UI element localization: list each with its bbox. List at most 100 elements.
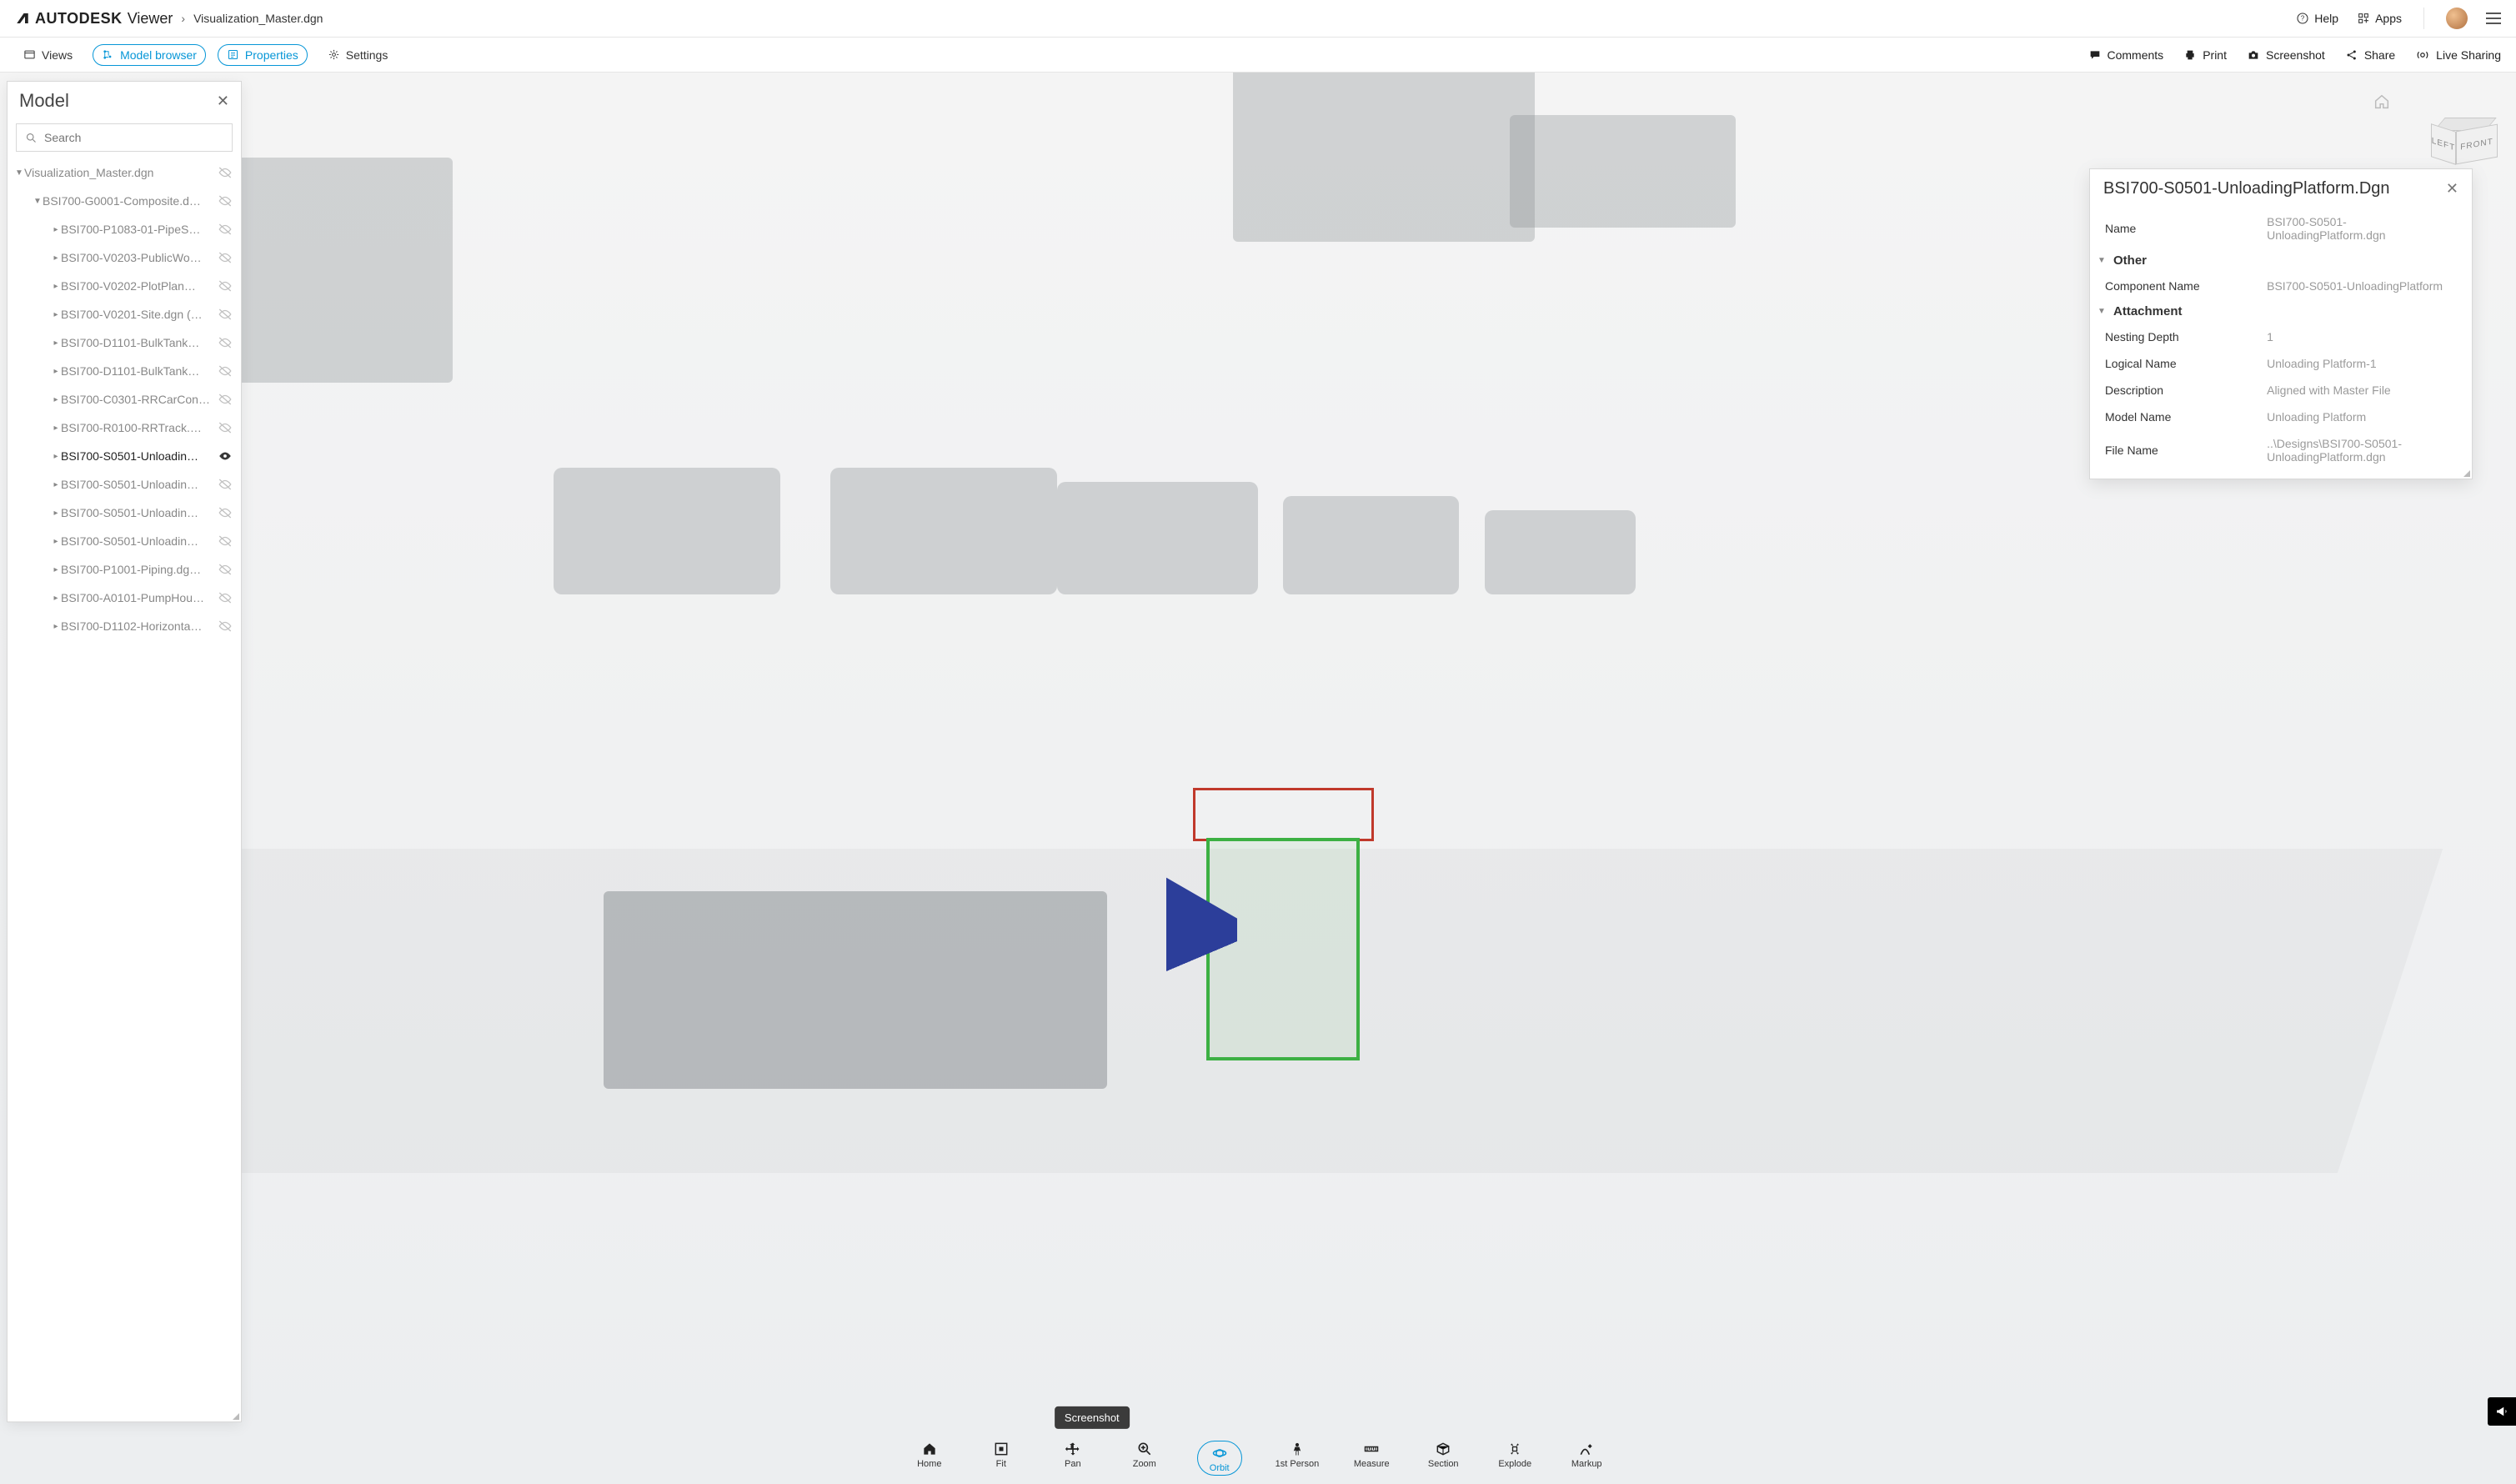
nav-first-person[interactable]: 1st Person <box>1276 1441 1320 1469</box>
nav-orbit[interactable]: Orbit <box>1197 1441 1242 1476</box>
nav-explode[interactable]: Explode <box>1496 1441 1534 1469</box>
eye-hidden-icon[interactable] <box>218 590 233 605</box>
model-tree[interactable]: ▼Visualization_Master.dgn▼BSI700-G0001-C… <box>8 158 241 1421</box>
eye-visible-icon[interactable] <box>218 449 233 464</box>
panel-resize-handle[interactable] <box>229 1410 239 1420</box>
viewcube-home-icon[interactable] <box>2373 93 2391 111</box>
tree-item[interactable]: ▸BSI700-V0201-Site.dgn (… <box>8 300 241 328</box>
tree-item[interactable]: ▸BSI700-R0100-RRTrack.… <box>8 414 241 442</box>
property-row: NameBSI700-S0501-UnloadingPlatform.dgn <box>2090 208 2472 248</box>
eye-hidden-icon[interactable] <box>218 420 233 435</box>
nav-zoom[interactable]: Zoom <box>1125 1441 1164 1469</box>
properties-close[interactable]: ✕ <box>2446 180 2458 198</box>
panel-resize-handle[interactable] <box>2460 467 2470 477</box>
live-sharing-button[interactable]: Live Sharing <box>2415 48 2501 63</box>
comments-button[interactable]: Comments <box>2088 48 2164 62</box>
share-button[interactable]: Share <box>2345 48 2395 62</box>
viewport[interactable]: LEFT FRONT Model ✕ ▼Visualization_Master… <box>0 73 2516 1484</box>
eye-hidden-icon[interactable] <box>218 477 233 492</box>
tree-item[interactable]: ▸BSI700-D1101-BulkTank… <box>8 328 241 357</box>
tree-item[interactable]: ▸BSI700-A0101-PumpHou… <box>8 584 241 612</box>
eye-hidden-icon[interactable] <box>218 307 233 322</box>
viewcube[interactable]: LEFT FRONT <box>2431 123 2498 166</box>
menu-button[interactable] <box>2486 13 2501 24</box>
twisty-icon: ▸ <box>51 452 61 461</box>
property-key: File Name <box>2105 444 2267 457</box>
property-row: DescriptionAligned with Master File <box>2090 377 2472 404</box>
twisty-icon: ▸ <box>51 509 61 518</box>
tree-item[interactable]: ▸BSI700-P1001-Piping.dg… <box>8 555 241 584</box>
tree-item[interactable]: ▸BSI700-V0203-PublicWo… <box>8 243 241 272</box>
tree-item[interactable]: ▸BSI700-P1083-01-PipeS… <box>8 215 241 243</box>
separator <box>2423 8 2424 29</box>
property-key: Nesting Depth <box>2105 330 2267 343</box>
nav-home[interactable]: Home <box>910 1441 949 1469</box>
property-group-header[interactable]: ▼Attachment <box>2090 299 2472 323</box>
eye-hidden-icon[interactable] <box>218 392 233 407</box>
model-browser-button[interactable]: Model browser <box>93 44 206 66</box>
print-button[interactable]: Print <box>2183 48 2227 62</box>
announcements-button[interactable] <box>2488 1397 2516 1426</box>
nav-markup[interactable]: Markup <box>1567 1441 1606 1469</box>
viewcube-left[interactable]: LEFT <box>2431 123 2456 165</box>
eye-hidden-icon[interactable] <box>218 278 233 293</box>
model-search-input[interactable] <box>44 131 223 144</box>
views-icon <box>23 48 36 61</box>
nav-fit[interactable]: Fit <box>982 1441 1020 1469</box>
model-panel-close[interactable]: ✕ <box>217 93 229 110</box>
settings-button[interactable]: Settings <box>319 45 397 65</box>
tree-item[interactable]: ▸BSI700-S0501-Unloadin… <box>8 499 241 527</box>
screenshot-button[interactable]: Screenshot <box>2247 48 2325 62</box>
twisty-icon: ▼ <box>2097 256 2107 265</box>
eye-hidden-icon[interactable] <box>218 534 233 549</box>
share-icon <box>2345 48 2358 62</box>
breadcrumb-file[interactable]: Visualization_Master.dgn <box>193 12 323 25</box>
tree-item-label: BSI700-V0203-PublicWo… <box>61 251 218 264</box>
eye-hidden-icon[interactable] <box>218 165 233 180</box>
properties-label: Properties <box>245 48 298 62</box>
tree-item[interactable]: ▼Visualization_Master.dgn <box>8 158 241 187</box>
property-row: Nesting Depth1 <box>2090 323 2472 350</box>
help-button[interactable]: ? Help <box>2296 12 2338 25</box>
property-row: File Name..\Designs\BSI700-S0501-Unloadi… <box>2090 430 2472 470</box>
eye-hidden-icon[interactable] <box>218 562 233 577</box>
model-search[interactable] <box>16 123 233 152</box>
nav-section[interactable]: Section <box>1424 1441 1462 1469</box>
eye-hidden-icon[interactable] <box>218 505 233 520</box>
tree-item[interactable]: ▸BSI700-S0501-Unloadin… <box>8 527 241 555</box>
nav-pan-label: Pan <box>1065 1459 1081 1469</box>
tree-item-label: BSI700-P1001-Piping.dg… <box>61 563 218 576</box>
tree-item[interactable]: ▸BSI700-S0501-Unloadin… <box>8 442 241 470</box>
tree-item[interactable]: ▼BSI700-G0001-Composite.d… <box>8 187 241 215</box>
twisty-icon: ▸ <box>51 480 61 489</box>
eye-hidden-icon[interactable] <box>218 335 233 350</box>
tree-item-label: BSI700-S0501-Unloadin… <box>61 506 218 519</box>
tree-item[interactable]: ▸BSI700-C0301-RRCarCon… <box>8 385 241 414</box>
properties-button[interactable]: Properties <box>218 44 308 66</box>
nav-pan[interactable]: Screenshot Pan <box>1054 1441 1092 1469</box>
model-browser-label: Model browser <box>120 48 197 62</box>
model-panel-title: Model <box>19 90 69 112</box>
viewcube-front[interactable]: FRONT <box>2456 124 2498 165</box>
fit-icon <box>993 1441 1010 1457</box>
tree-item-label: BSI700-D1101-BulkTank… <box>61 364 218 378</box>
nav-measure[interactable]: Measure <box>1352 1441 1391 1469</box>
megaphone-icon <box>2494 1404 2509 1419</box>
tree-item[interactable]: ▸BSI700-D1102-Horizonta… <box>8 612 241 640</box>
twisty-icon: ▼ <box>2097 307 2107 316</box>
tree-item[interactable]: ▸BSI700-D1101-BulkTank… <box>8 357 241 385</box>
tree-item-label: BSI700-S0501-Unloadin… <box>61 449 218 463</box>
tree-item[interactable]: ▸BSI700-V0202-PlotPlan… <box>8 272 241 300</box>
eye-hidden-icon[interactable] <box>218 619 233 634</box>
eye-hidden-icon[interactable] <box>218 363 233 379</box>
user-avatar[interactable] <box>2446 8 2468 29</box>
views-button[interactable]: Views <box>15 45 81 65</box>
tree-item[interactable]: ▸BSI700-S0501-Unloadin… <box>8 470 241 499</box>
property-group-header[interactable]: ▼Other <box>2090 248 2472 273</box>
eye-hidden-icon[interactable] <box>218 193 233 208</box>
property-key: Logical Name <box>2105 357 2267 370</box>
apps-button[interactable]: Apps <box>2357 12 2402 25</box>
eye-hidden-icon[interactable] <box>218 250 233 265</box>
eye-hidden-icon[interactable] <box>218 222 233 237</box>
search-icon <box>25 132 38 144</box>
